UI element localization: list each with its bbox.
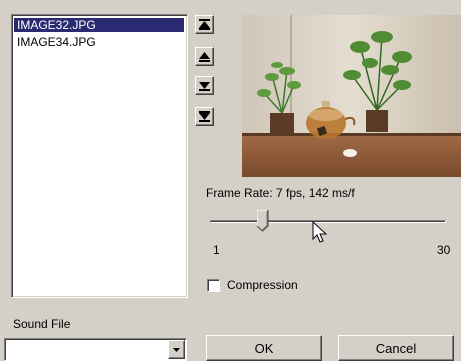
move-to-top-button[interactable] [195,15,214,34]
move-down-icon [199,82,210,91]
sound-file-combo[interactable] [4,338,187,361]
image-file-list[interactable]: IMAGE32.JPG IMAGE34.JPG [11,14,188,298]
list-item[interactable]: IMAGE32.JPG [14,18,184,32]
move-to-top-icon [199,19,210,30]
sound-file-dropdown-button[interactable] [168,340,185,359]
move-to-bottom-button[interactable] [195,107,214,126]
compression-checkbox[interactable] [207,279,220,292]
image-preview [242,15,461,177]
frame-rate-max-label: 30 [437,243,451,257]
move-to-bottom-icon [199,111,210,122]
move-down-button[interactable] [195,76,214,95]
frame-rate-min-label: 1 [213,243,220,257]
mouse-cursor-icon [312,220,328,248]
move-up-button[interactable] [195,47,214,66]
list-item[interactable]: IMAGE34.JPG [14,35,96,49]
sound-file-label: Sound File [13,317,71,331]
slider-thumb-icon [256,209,269,232]
frame-rate-label: Frame Rate: 7 fps, 142 ms/f [206,186,355,200]
frame-rate-slider-thumb[interactable] [256,209,269,235]
photo-preview-icon [242,15,461,177]
ok-button[interactable]: OK [206,335,322,361]
frame-rate-slider-track[interactable] [210,220,446,223]
chevron-down-icon [173,347,180,352]
move-up-icon [199,52,210,62]
compression-label[interactable]: Compression [227,278,298,292]
cancel-button[interactable]: Cancel [338,335,454,361]
